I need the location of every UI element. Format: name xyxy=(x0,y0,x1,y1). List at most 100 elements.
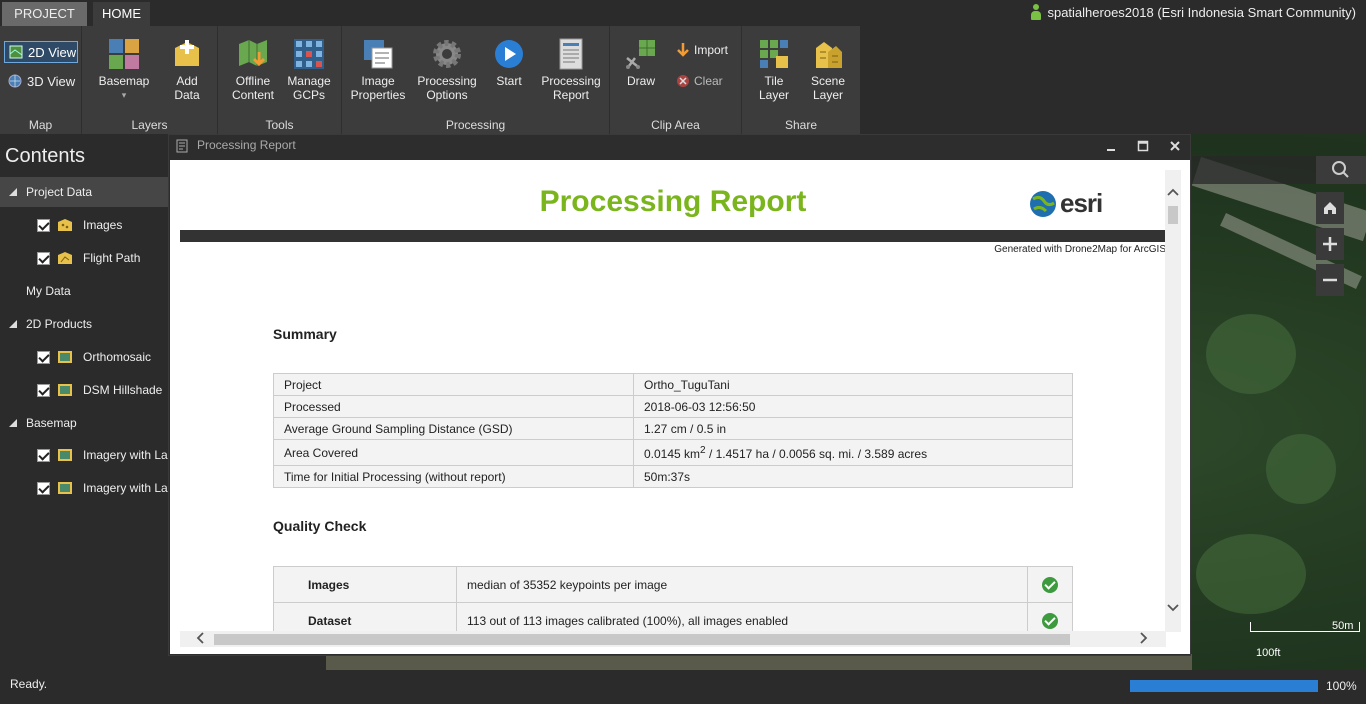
ribbon-group-map: 2D View 3D View Map xyxy=(0,26,82,134)
import-button[interactable]: Import xyxy=(676,42,728,58)
esri-logo: esri xyxy=(1028,188,1103,219)
status-bar: Ready. 100% xyxy=(0,670,1366,704)
tree-label: Orthomosaic xyxy=(83,350,152,364)
play-icon xyxy=(493,38,525,70)
summary-value: Ortho_TuguTani xyxy=(633,373,1073,396)
layer-item-imagery-with-labels-2[interactable]: Imagery with La xyxy=(0,473,168,503)
start-button[interactable]: Start xyxy=(486,38,532,88)
import-label: Import xyxy=(694,43,729,57)
map-tree-canopy xyxy=(1206,314,1296,394)
dialog-title: Processing Report xyxy=(197,138,296,152)
scene-layer-icon xyxy=(812,38,844,70)
area-km: 0.0145 km xyxy=(644,446,701,461)
zoom-out-button[interactable] xyxy=(1316,264,1344,296)
image-properties-icon xyxy=(362,38,394,70)
esri-logo-text: esri xyxy=(1060,188,1103,218)
progress-bar xyxy=(1130,680,1318,692)
tree-group-basemap[interactable]: Basemap xyxy=(0,408,168,438)
user-account[interactable]: spatialheroes2018 (Esri Indonesia Smart … xyxy=(1031,4,1356,20)
start-label: Start xyxy=(496,74,522,88)
2d-view-button[interactable]: 2D View xyxy=(4,41,78,63)
scroll-left-icon[interactable] xyxy=(196,632,204,646)
group-label-share: Share xyxy=(784,118,818,132)
horizontal-scroll-thumb[interactable] xyxy=(214,634,1070,645)
expand-caret-icon xyxy=(9,188,17,196)
processing-report-label-2: Report xyxy=(552,88,590,102)
processing-options-button[interactable]: Processing Options xyxy=(414,38,480,102)
tree-label: 2D Products xyxy=(26,317,93,331)
scroll-down-icon[interactable] xyxy=(1167,600,1179,614)
offline-content-button[interactable]: Offline Content xyxy=(226,38,280,102)
tree-label: Basemap xyxy=(26,416,77,430)
layer-item-dsm-hillshade[interactable]: DSM Hillshade xyxy=(0,375,168,405)
report-window-icon xyxy=(176,139,188,153)
3d-view-label: 3D View xyxy=(27,73,76,89)
layer-visibility-checkbox[interactable] xyxy=(37,218,50,232)
quality-check-table: Images median of 35352 keypoints per ima… xyxy=(273,566,1073,639)
layer-visibility-checkbox[interactable] xyxy=(37,350,50,364)
tile-layer-button[interactable]: Tile Layer xyxy=(750,38,798,102)
report-icon xyxy=(555,38,587,70)
tree-group-my-data[interactable]: My Data xyxy=(0,276,168,306)
layer-visibility-checkbox[interactable] xyxy=(37,448,50,462)
basemap-button[interactable]: Basemap ▾ xyxy=(96,38,152,102)
tree-group-2d-products[interactable]: 2D Products xyxy=(0,309,168,339)
scroll-up-icon[interactable] xyxy=(1167,184,1179,198)
image-properties-button[interactable]: Image Properties xyxy=(348,38,408,102)
layer-item-images[interactable]: Images xyxy=(0,210,168,240)
table-row: Area Covered 0.0145 km2 / 1.4517 ha / 0.… xyxy=(273,439,1073,466)
search-icon xyxy=(1332,161,1349,178)
tab-home[interactable]: HOME xyxy=(93,2,150,26)
offline-content-label-1: Offline xyxy=(235,74,271,88)
raster-layer-icon xyxy=(58,351,72,363)
expand-caret-icon xyxy=(9,419,17,427)
3d-view-button[interactable]: 3D View xyxy=(4,71,78,91)
layer-item-orthomosaic[interactable]: Orthomosaic xyxy=(0,342,168,372)
draw-button[interactable]: Draw xyxy=(618,38,664,88)
expand-caret-icon xyxy=(9,320,17,328)
raster-layer-icon xyxy=(58,449,72,461)
layer-item-imagery-with-labels[interactable]: Imagery with La xyxy=(0,440,168,470)
clear-button[interactable]: Clear xyxy=(676,74,723,88)
layer-visibility-checkbox[interactable] xyxy=(37,481,50,495)
scene-layer-button[interactable]: Scene Layer xyxy=(804,38,852,102)
contents-pane: Contents Project Data Images Flight Path… xyxy=(0,134,168,670)
table-row: Time for Initial Processing (without rep… xyxy=(273,465,1073,488)
report-document[interactable]: Processing Report esri Generated with Dr… xyxy=(170,160,1190,654)
status-text: Ready. xyxy=(10,677,48,691)
summary-key: Area Covered xyxy=(273,439,634,466)
user-icon xyxy=(1031,4,1042,20)
maximize-button[interactable] xyxy=(1127,135,1159,157)
offline-content-label-2: Content xyxy=(231,88,275,102)
layer-visibility-checkbox[interactable] xyxy=(37,383,50,397)
ribbon: 2D View 3D View Map Basemap ▾ Add Data L… xyxy=(0,26,860,134)
tab-project[interactable]: PROJECT xyxy=(2,2,87,26)
processing-report-button[interactable]: Processing Report xyxy=(538,38,604,102)
horizontal-scrollbar[interactable] xyxy=(180,631,1166,647)
vertical-scroll-thumb[interactable] xyxy=(1168,206,1178,224)
table-row: Average Ground Sampling Distance (GSD) 1… xyxy=(273,417,1073,440)
table-row: Processed 2018-06-03 12:56:50 xyxy=(273,395,1073,418)
zoom-in-button[interactable] xyxy=(1316,228,1344,260)
manage-gcps-button[interactable]: Manage GCPs xyxy=(282,38,336,102)
minimize-button[interactable] xyxy=(1095,135,1127,157)
summary-key: Time for Initial Processing (without rep… xyxy=(273,465,634,488)
vertical-scrollbar[interactable] xyxy=(1165,170,1181,632)
tree-group-project-data[interactable]: Project Data xyxy=(0,177,168,207)
map-search-button[interactable] xyxy=(1316,156,1366,184)
layer-visibility-checkbox[interactable] xyxy=(37,251,50,265)
generated-by-text: Generated with Drone2Map for ArcGIS xyxy=(994,244,1166,255)
close-button[interactable] xyxy=(1159,135,1191,157)
group-label-layers: Layers xyxy=(131,118,168,132)
scroll-right-icon[interactable] xyxy=(1140,632,1148,646)
tree-label: Imagery with La xyxy=(83,481,168,495)
summary-value: 2018-06-03 12:56:50 xyxy=(633,395,1073,418)
layer-item-flight-path[interactable]: Flight Path xyxy=(0,243,168,273)
offline-map-icon xyxy=(237,38,269,70)
quality-check-heading: Quality Check xyxy=(273,518,367,534)
home-button[interactable] xyxy=(1316,192,1344,224)
2d-view-label: 2D View xyxy=(28,44,77,60)
summary-table: Project Ortho_TuguTani Processed 2018-06… xyxy=(273,373,1073,488)
add-data-button[interactable]: Add Data xyxy=(162,38,212,102)
map-search-input[interactable] xyxy=(1192,156,1316,184)
